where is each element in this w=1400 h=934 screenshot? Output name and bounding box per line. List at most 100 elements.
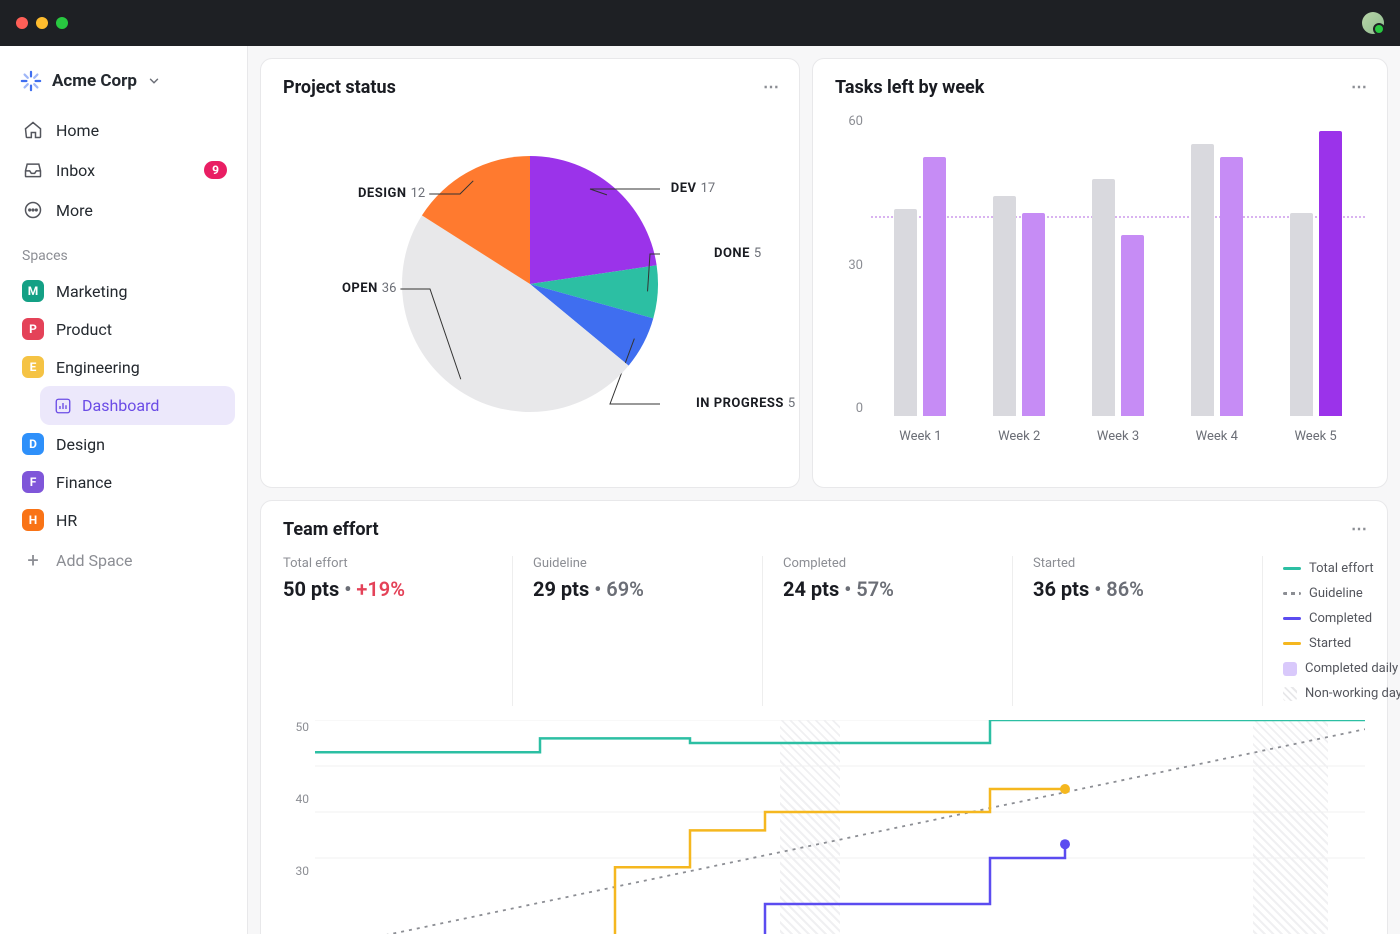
card-title: Project status: [283, 77, 777, 98]
bar-x-label: Week 1: [899, 429, 941, 444]
space-engineering[interactable]: E Engineering: [12, 348, 235, 386]
dashboard-icon: [54, 397, 72, 415]
kpi-value: 50 pts: [283, 577, 339, 601]
bar-group: [993, 114, 1045, 416]
bar-group: [1290, 114, 1342, 416]
minimize-window-button[interactable]: [36, 17, 48, 29]
space-badge-icon: E: [22, 356, 44, 378]
legend-label: Completed daily: [1305, 661, 1398, 676]
workspace-logo-icon: [20, 70, 42, 92]
close-window-button[interactable]: [16, 17, 28, 29]
kpi-guideline: Guideline 29 pts • 69%: [533, 556, 763, 706]
plus-icon: +: [22, 549, 44, 571]
effort-legend: Total effort Guideline Completed Started…: [1283, 556, 1400, 706]
kpi-label: Started: [1033, 556, 1242, 571]
nav-label: Home: [56, 121, 99, 140]
nav-home[interactable]: Home: [12, 110, 235, 150]
bar-chart: Week 1Week 2Week 3Week 4Week 5: [871, 114, 1365, 444]
project-status-card: Project status ⋯ DEV 17DONE 5IN PROGRESS…: [260, 58, 800, 488]
space-label: Engineering: [56, 358, 140, 377]
card-menu-button[interactable]: ⋯: [1351, 77, 1369, 96]
line-chart: [315, 720, 1365, 934]
kpi-value: 36 pts: [1033, 577, 1089, 601]
space-finance[interactable]: F Finance: [12, 463, 235, 501]
kpi-label: Completed: [783, 556, 992, 571]
card-title: Tasks left by week: [835, 77, 1365, 98]
space-label: HR: [56, 511, 77, 530]
kpi-pct: 86%: [1106, 577, 1144, 601]
bar: [1319, 131, 1342, 416]
kpi-pct: 69%: [606, 577, 644, 601]
space-label: Finance: [56, 473, 112, 492]
legend-label: Started: [1309, 636, 1351, 651]
kpi-total-effort: Total effort 50 pts • +19%: [283, 556, 513, 706]
team-effort-card: Team effort ⋯ Total effort 50 pts • +19%…: [260, 500, 1388, 934]
bar: [1121, 235, 1144, 416]
workspace-name: Acme Corp: [52, 71, 137, 91]
add-space-button[interactable]: + Add Space: [12, 539, 235, 581]
spaces-section-label: Spaces: [12, 230, 235, 272]
kpi-label: Guideline: [533, 556, 742, 571]
sidebar-item-dashboard[interactable]: Dashboard: [40, 386, 235, 425]
bar-group: [894, 114, 946, 416]
inbox-icon: [22, 159, 44, 181]
pie-slice-label: DEV 17: [671, 181, 715, 196]
bar-x-label: Week 5: [1294, 429, 1336, 444]
space-label: Marketing: [56, 282, 127, 301]
bar: [1191, 144, 1214, 416]
space-badge-icon: F: [22, 471, 44, 493]
kpi-label: Total effort: [283, 556, 492, 571]
bar: [894, 209, 917, 416]
space-design[interactable]: D Design: [12, 425, 235, 463]
card-title: Team effort: [283, 519, 1365, 540]
space-label: Product: [56, 320, 112, 339]
maximize-window-button[interactable]: [56, 17, 68, 29]
kpi-started: Started 36 pts • 86%: [1033, 556, 1263, 706]
dashboard-label: Dashboard: [82, 396, 159, 415]
legend-label: Non-working days: [1305, 686, 1400, 701]
more-icon: [22, 199, 44, 221]
sidebar: Acme Corp Home Inbox 9 More Spaces M Mar…: [0, 46, 248, 934]
kpi-pct: 57%: [856, 577, 894, 601]
main-content: Project status ⋯ DEV 17DONE 5IN PROGRESS…: [248, 46, 1400, 934]
workspace-switcher[interactable]: Acme Corp: [12, 62, 235, 110]
kpi-value: 29 pts: [533, 577, 589, 601]
pie-slice-label: DESIGN 12: [358, 186, 425, 201]
add-space-label: Add Space: [56, 551, 133, 570]
legend-label: Guideline: [1309, 586, 1363, 601]
chevron-down-icon: [147, 74, 161, 88]
card-menu-button[interactable]: ⋯: [763, 77, 781, 96]
space-label: Design: [56, 435, 105, 454]
kpi-delta: +19%: [356, 577, 405, 601]
space-badge-icon: H: [22, 509, 44, 531]
tasks-left-card: Tasks left by week ⋯ 60300 Week 1Week 2W…: [812, 58, 1388, 488]
user-avatar[interactable]: [1362, 12, 1384, 34]
bar-group: [1092, 114, 1144, 416]
space-marketing[interactable]: M Marketing: [12, 272, 235, 310]
space-product[interactable]: P Product: [12, 310, 235, 348]
bar: [923, 157, 946, 416]
bar: [993, 196, 1016, 416]
kpi-value: 24 pts: [783, 577, 839, 601]
space-hr[interactable]: H HR: [12, 501, 235, 539]
inbox-badge: 9: [204, 161, 227, 179]
home-icon: [22, 119, 44, 141]
space-badge-icon: M: [22, 280, 44, 302]
bar: [1290, 213, 1313, 416]
pie-chart: DEV 17DONE 5IN PROGRESS 5OPEN 36DESIGN 1…: [283, 114, 777, 454]
bar-x-label: Week 2: [998, 429, 1040, 444]
pie-slice-label: OPEN 36: [342, 281, 396, 296]
line-y-axis: 50403020: [283, 720, 315, 934]
nav-label: Inbox: [56, 161, 95, 180]
card-menu-button[interactable]: ⋯: [1351, 519, 1369, 538]
space-badge-icon: P: [22, 318, 44, 340]
nav-label: More: [56, 201, 93, 220]
nav-more[interactable]: More: [12, 190, 235, 230]
legend-label: Total effort: [1309, 561, 1374, 576]
bar: [1092, 179, 1115, 416]
space-badge-icon: D: [22, 433, 44, 455]
nav-inbox[interactable]: Inbox 9: [12, 150, 235, 190]
titlebar: [0, 0, 1400, 46]
legend-label: Completed: [1309, 611, 1372, 626]
bar-group: [1191, 114, 1243, 416]
